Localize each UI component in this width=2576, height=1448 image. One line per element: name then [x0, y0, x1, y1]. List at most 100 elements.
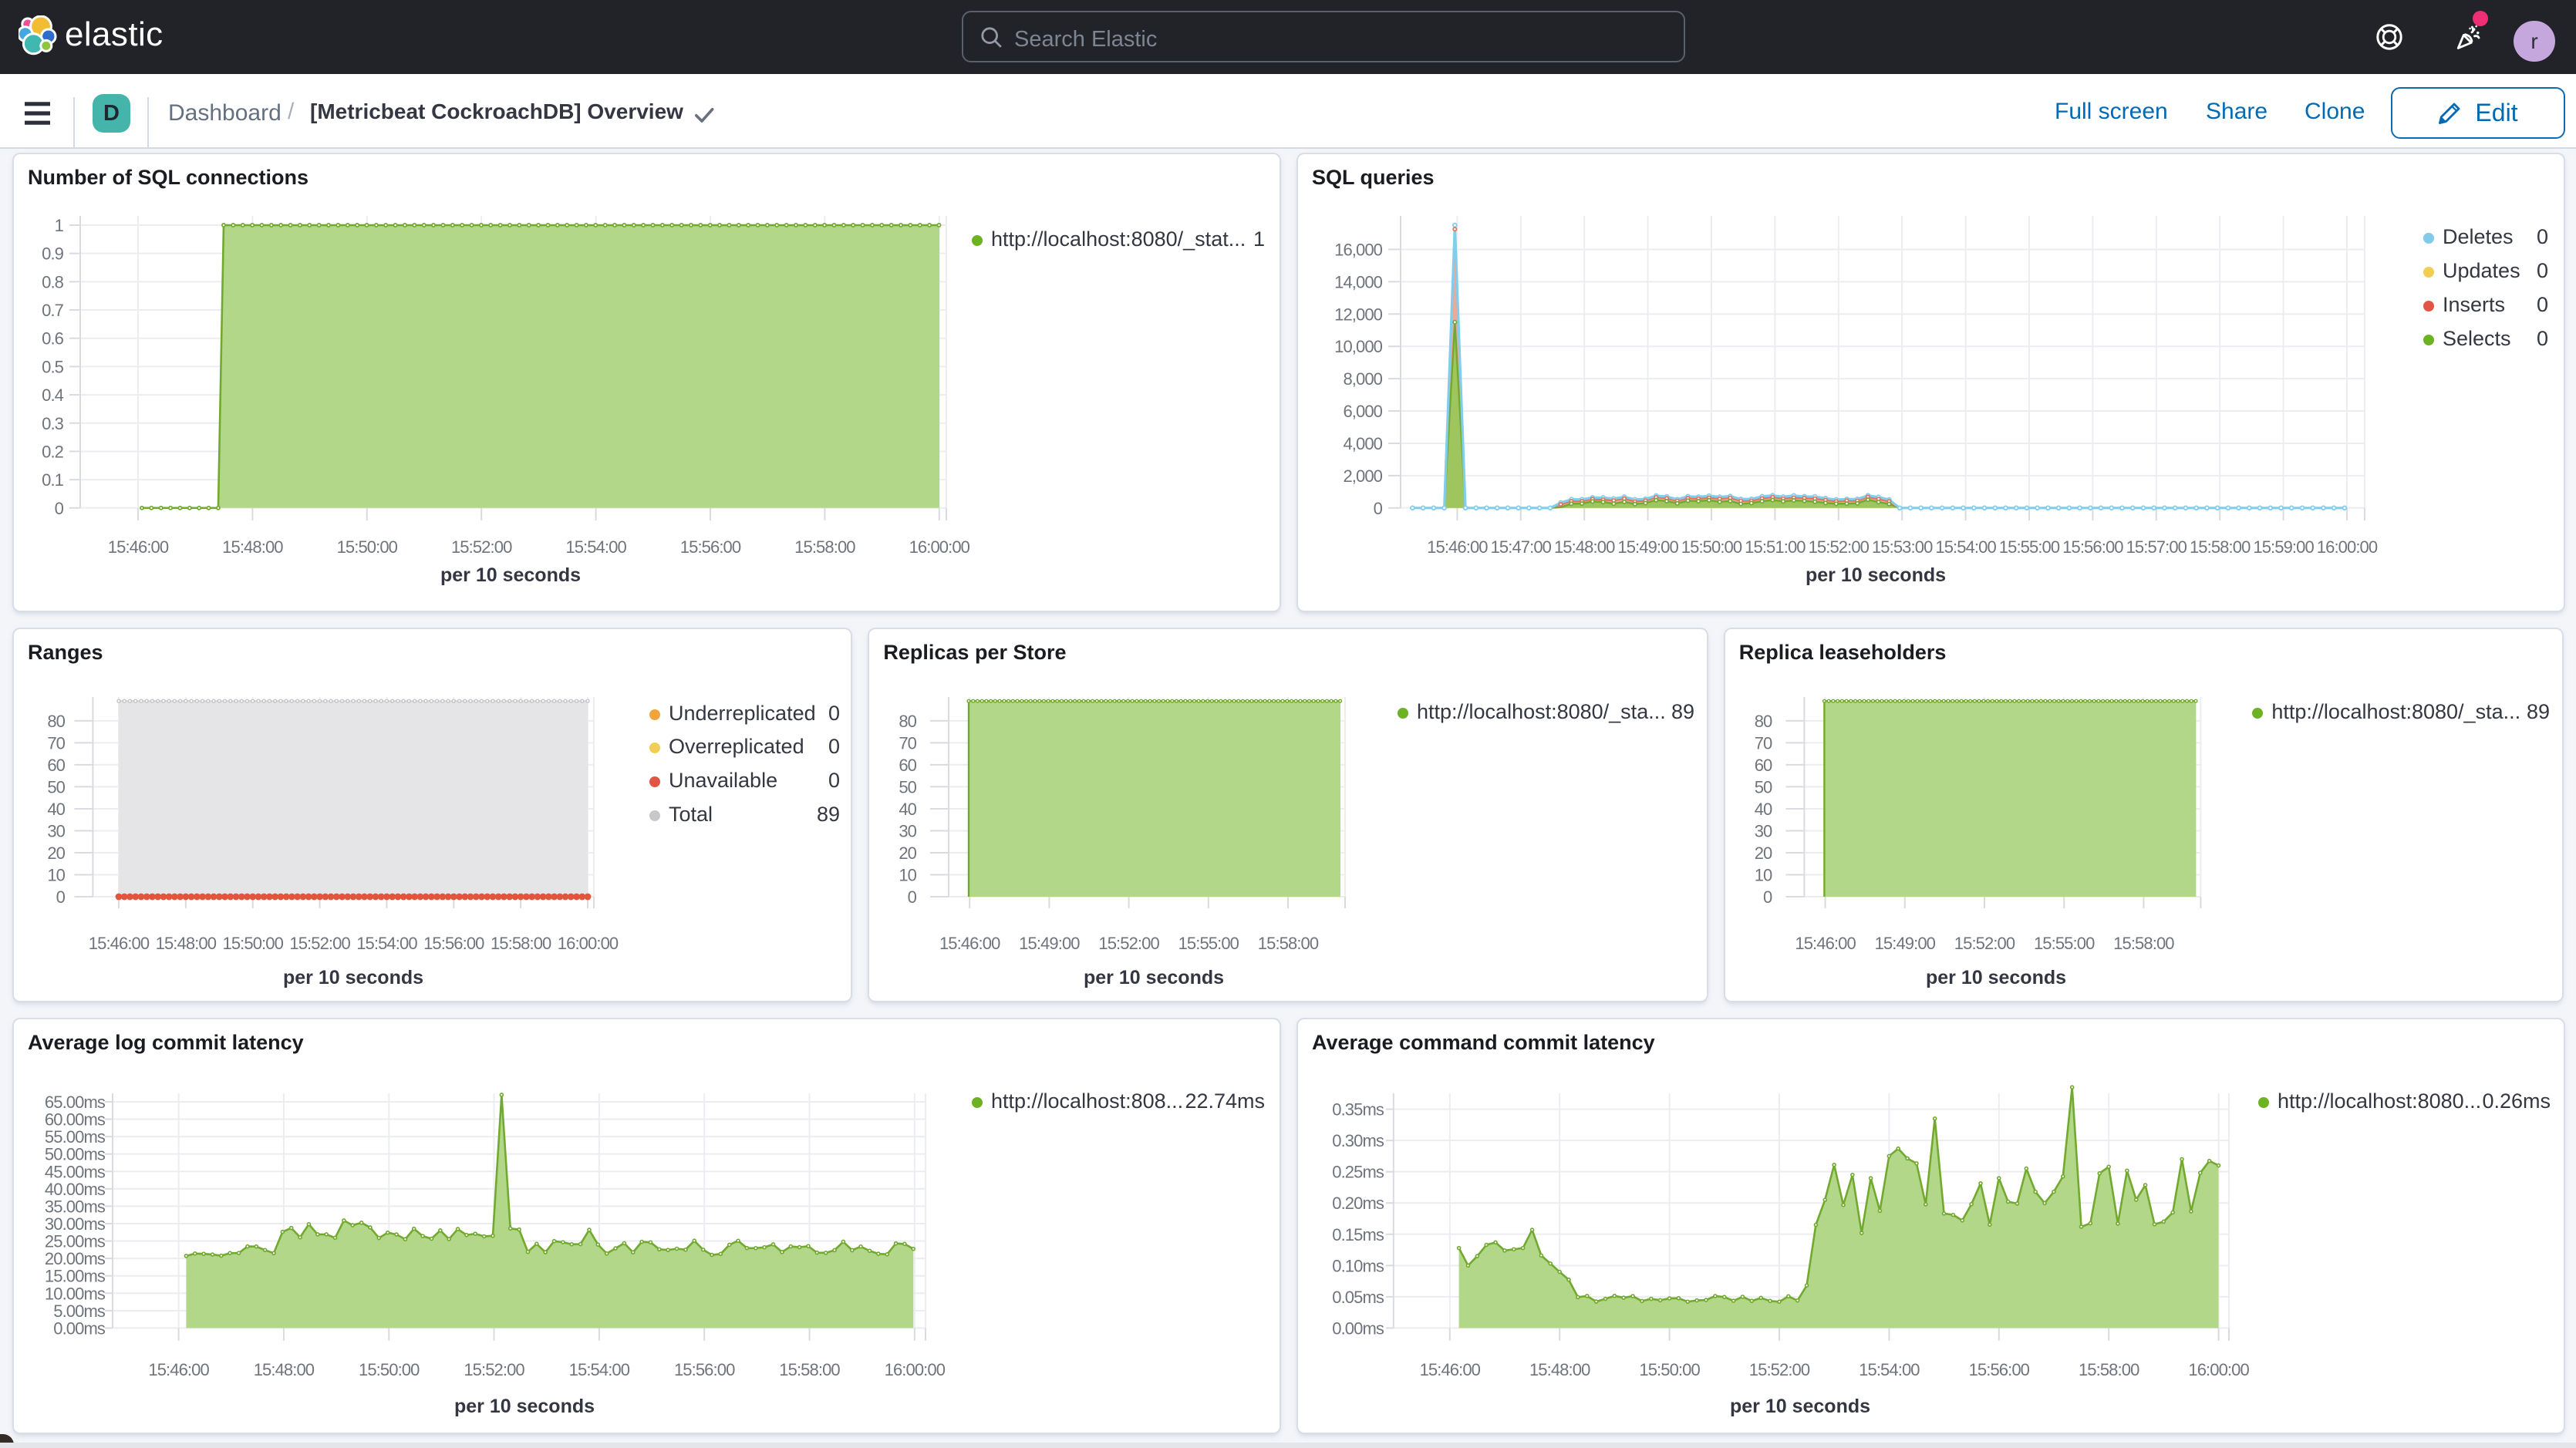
svg-text:60: 60 — [899, 756, 916, 775]
svg-text:20: 20 — [1755, 844, 1772, 863]
svg-text:16:00:00: 16:00:00 — [2317, 537, 2378, 557]
svg-text:15:56:00: 15:56:00 — [423, 934, 484, 953]
svg-text:0: 0 — [56, 887, 66, 907]
svg-text:15:58:00: 15:58:00 — [1258, 934, 1319, 953]
svg-text:15:46:00: 15:46:00 — [89, 934, 150, 953]
svg-text:55.00ms: 55.00ms — [45, 1127, 106, 1147]
svg-text:15:46:00: 15:46:00 — [108, 537, 169, 557]
svg-text:15:52:00: 15:52:00 — [451, 537, 512, 557]
svg-text:15:50:00: 15:50:00 — [1639, 1360, 1700, 1379]
svg-text:15:52:00: 15:52:00 — [1749, 1360, 1810, 1379]
svg-text:per 10 seconds: per 10 seconds — [283, 967, 423, 988]
svg-text:per 10 seconds: per 10 seconds — [454, 1396, 595, 1417]
svg-text:0.7: 0.7 — [42, 301, 64, 320]
svg-text:15:50:00: 15:50:00 — [359, 1360, 420, 1379]
svg-text:15:47:00: 15:47:00 — [1491, 537, 1552, 557]
svg-text:0: 0 — [1374, 499, 1383, 518]
svg-text:0.5: 0.5 — [42, 357, 64, 376]
svg-text:80: 80 — [1755, 712, 1772, 731]
svg-text:0.9: 0.9 — [42, 244, 64, 264]
svg-text:0: 0 — [1763, 887, 1772, 907]
svg-text:2,000: 2,000 — [1343, 466, 1382, 486]
svg-text:15:54:00: 15:54:00 — [1935, 537, 1996, 557]
svg-text:15.00ms: 15.00ms — [45, 1267, 106, 1286]
svg-text:15:50:00: 15:50:00 — [1681, 537, 1742, 557]
svg-text:15:48:00: 15:48:00 — [156, 934, 217, 953]
svg-text:16,000: 16,000 — [1334, 240, 1383, 259]
svg-text:70: 70 — [1755, 733, 1772, 753]
svg-text:15:54:00: 15:54:00 — [1859, 1360, 1920, 1379]
svg-text:15:58:00: 15:58:00 — [2113, 934, 2174, 953]
svg-text:15:48:00: 15:48:00 — [1554, 537, 1615, 557]
svg-text:45.00ms: 45.00ms — [45, 1162, 106, 1181]
svg-text:60.00ms: 60.00ms — [45, 1110, 106, 1130]
svg-text:10: 10 — [47, 865, 65, 884]
svg-text:15:49:00: 15:49:00 — [1875, 934, 1936, 953]
svg-text:per 10 seconds: per 10 seconds — [1806, 564, 1946, 586]
svg-text:15:58:00: 15:58:00 — [491, 934, 551, 953]
svg-text:15:53:00: 15:53:00 — [1872, 537, 1933, 557]
svg-text:20: 20 — [47, 844, 65, 863]
svg-text:15:48:00: 15:48:00 — [1529, 1360, 1590, 1379]
svg-text:0.4: 0.4 — [42, 386, 64, 405]
svg-text:10.00ms: 10.00ms — [45, 1284, 106, 1303]
svg-text:15:55:00: 15:55:00 — [1999, 537, 2060, 557]
svg-text:4,000: 4,000 — [1343, 434, 1382, 453]
svg-text:20: 20 — [899, 844, 916, 863]
svg-text:15:56:00: 15:56:00 — [674, 1360, 735, 1379]
svg-text:15:56:00: 15:56:00 — [680, 537, 741, 557]
svg-text:0.00ms: 0.00ms — [1332, 1318, 1384, 1338]
svg-text:50: 50 — [899, 777, 916, 796]
svg-text:16:00:00: 16:00:00 — [909, 537, 970, 557]
svg-text:10: 10 — [1755, 865, 1772, 884]
svg-text:15:49:00: 15:49:00 — [1617, 537, 1678, 557]
svg-text:0.1: 0.1 — [42, 470, 64, 490]
svg-text:15:51:00: 15:51:00 — [1745, 537, 1806, 557]
svg-text:20.00ms: 20.00ms — [45, 1249, 106, 1268]
svg-text:25.00ms: 25.00ms — [45, 1232, 106, 1251]
svg-text:40: 40 — [47, 800, 65, 819]
svg-text:6,000: 6,000 — [1343, 402, 1382, 421]
svg-text:15:54:00: 15:54:00 — [569, 1360, 630, 1379]
svg-text:65.00ms: 65.00ms — [45, 1093, 106, 1112]
svg-text:0.25ms: 0.25ms — [1332, 1163, 1384, 1182]
svg-text:40.00ms: 40.00ms — [45, 1180, 106, 1199]
svg-text:0.05ms: 0.05ms — [1332, 1288, 1384, 1307]
svg-text:15:56:00: 15:56:00 — [1969, 1360, 2030, 1379]
svg-text:per 10 seconds: per 10 seconds — [1730, 1396, 1870, 1417]
svg-text:0.8: 0.8 — [42, 272, 64, 291]
svg-text:15:55:00: 15:55:00 — [1178, 934, 1239, 953]
svg-text:16:00:00: 16:00:00 — [2188, 1360, 2249, 1379]
svg-text:0: 0 — [55, 499, 64, 518]
svg-text:35.00ms: 35.00ms — [45, 1197, 106, 1216]
svg-text:15:56:00: 15:56:00 — [2062, 537, 2123, 557]
svg-text:0.15ms: 0.15ms — [1332, 1225, 1384, 1244]
svg-text:60: 60 — [47, 756, 65, 775]
svg-text:40: 40 — [1755, 800, 1772, 819]
svg-text:30: 30 — [1755, 821, 1772, 840]
svg-text:15:55:00: 15:55:00 — [2034, 934, 2095, 953]
svg-text:0.35ms: 0.35ms — [1332, 1100, 1384, 1120]
svg-text:15:58:00: 15:58:00 — [2190, 537, 2251, 557]
svg-text:30: 30 — [47, 821, 65, 840]
svg-text:per 10 seconds: per 10 seconds — [440, 564, 581, 586]
svg-text:12,000: 12,000 — [1334, 305, 1383, 324]
svg-text:50: 50 — [47, 777, 65, 796]
svg-text:15:50:00: 15:50:00 — [223, 934, 284, 953]
svg-text:15:52:00: 15:52:00 — [289, 934, 350, 953]
svg-text:15:58:00: 15:58:00 — [779, 1360, 840, 1379]
svg-text:50.00ms: 50.00ms — [45, 1145, 106, 1164]
svg-text:15:58:00: 15:58:00 — [794, 537, 855, 557]
svg-text:30: 30 — [899, 821, 916, 840]
svg-text:15:54:00: 15:54:00 — [565, 537, 626, 557]
svg-text:15:48:00: 15:48:00 — [254, 1360, 315, 1379]
svg-text:10: 10 — [899, 865, 916, 884]
svg-text:10,000: 10,000 — [1334, 337, 1383, 356]
svg-text:per 10 seconds: per 10 seconds — [1084, 967, 1224, 988]
svg-text:8,000: 8,000 — [1343, 369, 1382, 389]
svg-text:15:46:00: 15:46:00 — [1795, 934, 1856, 953]
svg-text:0.2: 0.2 — [42, 442, 64, 461]
svg-text:15:52:00: 15:52:00 — [464, 1360, 524, 1379]
svg-text:0.30ms: 0.30ms — [1332, 1131, 1384, 1150]
svg-text:40: 40 — [899, 800, 916, 819]
